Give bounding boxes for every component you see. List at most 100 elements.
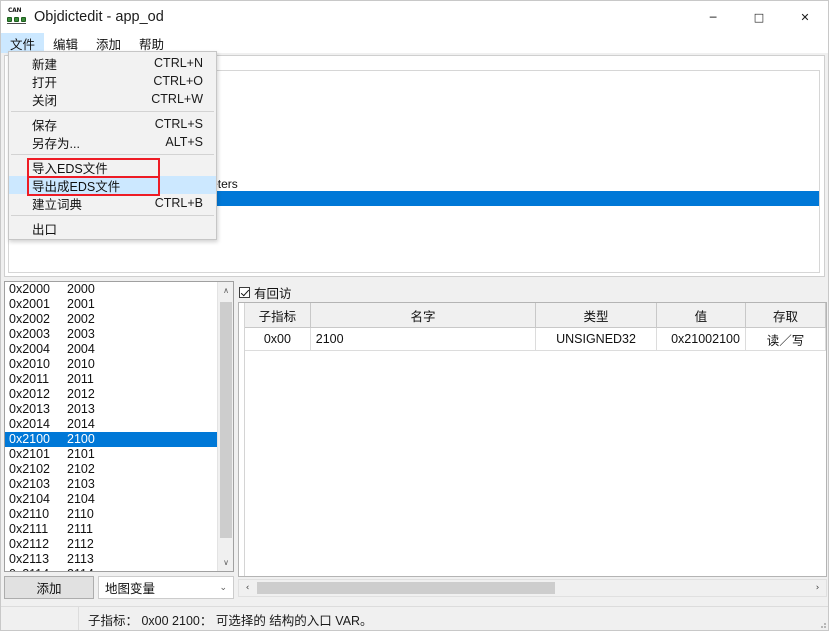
menu-separator	[11, 111, 214, 112]
minimize-button[interactable]: ─	[690, 1, 736, 33]
index-list-item-hex: 0x2100	[9, 432, 51, 446]
index-list-item-dec: 2010	[67, 357, 95, 371]
index-list-item[interactable]: 0x2112 2112	[5, 537, 218, 552]
index-list-item-dec: 2110	[67, 507, 94, 521]
menu-separator	[11, 215, 214, 216]
file-menu-item-label: 保存	[32, 118, 58, 133]
index-list-item-dec: 2002	[67, 312, 95, 326]
index-list-item-hex: 0x2104	[9, 492, 51, 506]
index-list-item-hex: 0x2013	[9, 402, 51, 416]
column-header-type[interactable]: 类型	[535, 303, 657, 328]
add-button[interactable]: 添加	[4, 576, 94, 599]
index-list-item-dec: 2001	[67, 297, 95, 311]
file-menu-dropdown[interactable]: 新建 CTRL+N 打开 CTRL+O 关闭 CTRL+W 保存 CTRL+S 另存为... AL…	[8, 51, 217, 240]
table-header-row: 子指标 名字 类型 值 存取	[245, 303, 826, 328]
index-list-item-dec: 2014	[67, 417, 95, 431]
column-header-name[interactable]: 名字	[310, 303, 537, 328]
cell-name[interactable]: 2100	[310, 327, 537, 351]
index-list-item-dec: 2011	[67, 372, 94, 386]
menu-bar: 文件 编辑 添加 帮助	[1, 33, 828, 53]
index-list-item-hex: 0x2002	[9, 312, 51, 326]
menu-file[interactable]: 文件	[1, 33, 45, 53]
index-list-item[interactable]: 0x2103 2103	[5, 477, 218, 492]
status-message: 子指标： 0x00 2100： 可选择的 结构的入口 VAR。	[88, 614, 373, 628]
file-menu-item[interactable]: 关闭 CTRL+W	[9, 90, 216, 108]
callback-label: 有回访	[254, 286, 292, 301]
maximize-button[interactable]: □	[736, 1, 782, 33]
resize-grip-icon[interactable]	[817, 619, 827, 629]
index-list-item-dec: 2004	[67, 342, 95, 356]
index-list-item[interactable]: 0x2100 2100	[5, 432, 218, 447]
menu-add[interactable]: 添加	[87, 33, 130, 53]
table-row[interactable]: 0x00 2100 UNSIGNED32 0x21002100 读／写	[245, 327, 826, 351]
file-menu-item[interactable]: 建立词典 CTRL+B	[9, 194, 216, 212]
index-list-item[interactable]: 0x2101 2101	[5, 447, 218, 462]
menu-separator	[11, 154, 214, 155]
callback-checkbox[interactable]	[239, 286, 250, 298]
index-list-item-dec: 2000	[67, 282, 95, 296]
column-header-access[interactable]: 存取	[745, 303, 826, 328]
file-menu-item[interactable]: 导入EDS文件	[9, 158, 216, 176]
index-list-item-hex: 0x2102	[9, 462, 51, 476]
file-menu-item[interactable]: 导出成EDS文件	[9, 176, 216, 194]
index-list-item[interactable]: 0x2110 2110	[5, 507, 218, 522]
cell-value[interactable]: 0x21002100	[656, 327, 746, 351]
status-field-empty	[1, 606, 79, 630]
scroll-thumb[interactable]	[220, 302, 232, 538]
index-list-item[interactable]: 0x2003 2003	[5, 327, 218, 342]
scroll-up-icon[interactable]: ∧	[218, 282, 233, 299]
index-list-item[interactable]: 0x2113 2113	[5, 552, 218, 567]
index-list-item-dec: 2102	[67, 462, 95, 476]
index-list-scrollbar[interactable]: ∧ ∨	[217, 282, 233, 571]
file-menu-item[interactable]: 另存为... ALT+S	[9, 133, 216, 151]
close-button[interactable]: ✕	[782, 1, 828, 33]
index-list: 0x2000 2000 0x2001 2001 0x2002 2002 0x2003 2003…	[5, 282, 218, 571]
file-menu-item-label: 建立词典	[32, 197, 83, 212]
index-list-item[interactable]: 0x2010 2010	[5, 357, 218, 372]
file-menu-item-shortcut: CTRL+S	[154, 117, 203, 131]
file-menu-item[interactable]: 新建 CTRL+N	[9, 54, 216, 72]
index-list-item[interactable]: 0x2014 2014	[5, 417, 218, 432]
scroll-down-icon[interactable]: ∨	[218, 554, 233, 571]
file-menu-item[interactable]: 出口	[9, 219, 216, 237]
menu-edit[interactable]: 编辑	[44, 33, 87, 53]
index-list-item-hex: 0x2001	[9, 297, 51, 311]
grid-horizontal-scrollbar[interactable]: ‹ ›	[238, 579, 827, 597]
index-list-item[interactable]: 0x2001 2001	[5, 297, 218, 312]
menu-help[interactable]: 帮助	[130, 33, 173, 53]
index-list-item[interactable]: 0x21142114	[5, 567, 218, 571]
index-list-item[interactable]: 0x2002 2002	[5, 312, 218, 327]
index-list-item[interactable]: 0x2104 2104	[5, 492, 218, 507]
hscroll-thumb[interactable]	[257, 582, 555, 594]
cell-subindex[interactable]: 0x00	[245, 327, 311, 351]
index-list-item-hex: 0x2111	[9, 522, 49, 536]
index-list-item-dec: 2101	[67, 447, 95, 461]
column-header-value[interactable]: 值	[656, 303, 746, 328]
index-listbox[interactable]: 0x2000 2000 0x2001 2001 0x2002 2002 0x2003 2003…	[4, 281, 234, 572]
file-menu-item[interactable]: 保存 CTRL+S	[9, 115, 216, 133]
index-type-combo[interactable]: 地图变量 ⌄	[98, 576, 234, 599]
cell-type[interactable]: UNSIGNED32	[535, 327, 657, 351]
file-menu-item-label: 导出成EDS文件	[32, 179, 121, 194]
index-list-item-hex: 0x2114	[9, 567, 67, 571]
cell-access[interactable]: 读／写	[745, 327, 826, 351]
file-menu-item-label: 另存为...	[32, 136, 80, 151]
index-list-item[interactable]: 0x2012 2012	[5, 387, 218, 402]
index-list-item[interactable]: 0x2013 2013	[5, 402, 218, 417]
index-list-item[interactable]: 0x2102 2102	[5, 462, 218, 477]
index-list-item[interactable]: 0x2011 2011	[5, 372, 218, 387]
file-menu-item-label: 打开	[32, 75, 58, 90]
index-list-item[interactable]: 0x2004 2004	[5, 342, 218, 357]
index-list-item-dec: 2112	[67, 537, 94, 551]
add-bar: 添加 地图变量 ⌄	[4, 576, 234, 599]
file-menu-item[interactable]: 打开 CTRL+O	[9, 72, 216, 90]
index-list-item-hex: 0x2004	[9, 342, 51, 356]
index-list-item-dec: 2111	[67, 522, 93, 536]
scroll-right-icon[interactable]: ›	[809, 580, 826, 596]
scroll-left-icon[interactable]: ‹	[239, 580, 256, 596]
column-header-subindex[interactable]: 子指标	[245, 303, 311, 328]
index-list-item[interactable]: 0x2000 2000	[5, 282, 218, 297]
subindex-grid[interactable]: 子指标 名字 类型 值 存取 0x00 2100 UNSIGNED32 0x21002…	[238, 302, 827, 577]
index-list-item[interactable]: 0x2111 2111	[5, 522, 218, 537]
callback-checkbox-row[interactable]: 有回访	[239, 283, 292, 301]
